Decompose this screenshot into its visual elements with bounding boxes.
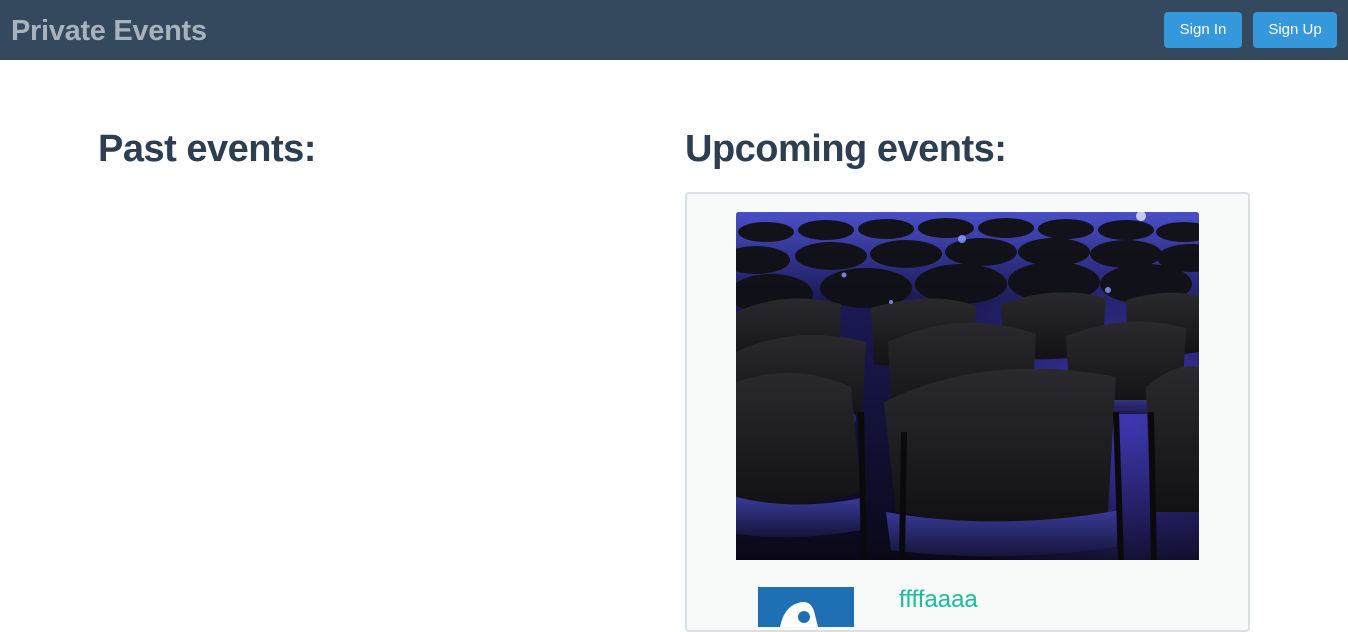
event-image[interactable] [736,212,1199,560]
sign-up-button[interactable]: Sign Up [1253,12,1337,48]
event-thumbnail[interactable] [758,587,854,627]
upcoming-events-heading: Upcoming events: [685,128,1007,170]
sign-in-button[interactable]: Sign In [1164,12,1242,48]
conference-seats-photo [736,212,1199,560]
past-events-heading: Past events: [98,128,316,170]
event-title-link[interactable]: ffffaaaa [899,585,978,615]
brand-link[interactable]: Private Events [11,13,207,49]
navbar: Private Events Sign In Sign Up [0,0,1348,60]
event-thumbnail-icon [758,587,854,627]
